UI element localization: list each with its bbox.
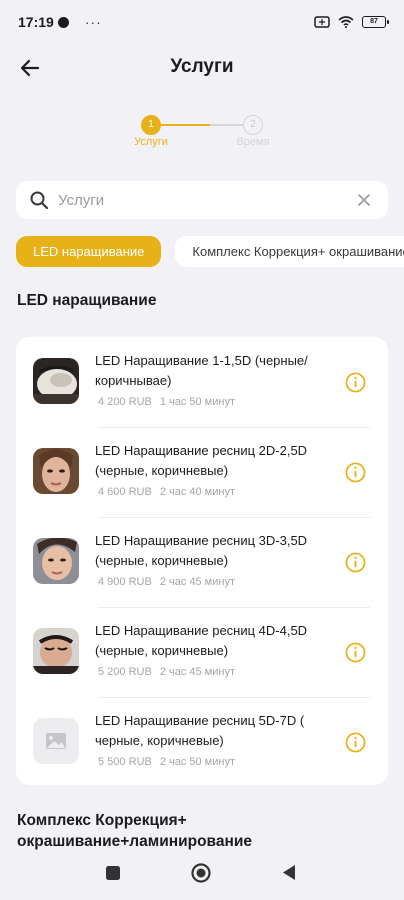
photo-lashes-icon: [33, 358, 79, 404]
service-price: 5 500 RUB: [98, 756, 152, 768]
service-name: LED Наращивание ресниц 3D-3,5D (черные, …: [95, 533, 308, 568]
service-meta: 5 200 RUB 2 час 45 минут: [98, 666, 235, 678]
image-placeholder-icon: [33, 718, 79, 764]
recent-apps-icon[interactable]: [106, 866, 120, 880]
step-indicator: 1 2 Услуги Время: [0, 112, 404, 152]
service-item[interactable]: LED Наращивание ресниц 5D-7D ( черные, к…: [16, 697, 388, 787]
step-progress-done: [161, 124, 211, 126]
service-meta: 4 900 RUB 2 час 45 минут: [98, 576, 235, 588]
step-2-label: Время: [236, 136, 270, 148]
home-icon[interactable]: [191, 863, 211, 883]
step-2-dot[interactable]: 2: [243, 115, 263, 135]
section-title: Комплекс Коррекция+ окрашивание+ламиниро…: [17, 812, 253, 850]
back-nav-icon[interactable]: [282, 864, 296, 881]
info-icon[interactable]: [345, 642, 366, 663]
service-item[interactable]: LED Наращивание ресниц 3D-3,5D (черные, …: [16, 517, 388, 607]
service-item[interactable]: LED Наращивание ресниц 4D-4,5D (черные, …: [16, 607, 388, 697]
service-meta: 5 500 RUB 2 час 50 минут: [98, 756, 235, 768]
more-notifications-icon: ···: [84, 14, 102, 30]
service-name: LED Наращивание ресниц 2D-2,5D (черные, …: [95, 443, 308, 478]
clear-search-button[interactable]: [354, 190, 374, 211]
step-1-label: Услуги: [134, 136, 168, 148]
service-name: LED Наращивание 1-1,5D (черные/ коричныв…: [95, 353, 308, 388]
service-duration: 1 час 50 минут: [159, 396, 236, 408]
photo-face-icon: [33, 628, 79, 674]
service-duration: 2 час 50 минут: [159, 756, 236, 768]
battery-icon: 87: [362, 16, 389, 28]
step-progress-line: [161, 124, 243, 126]
header: Услуги: [0, 48, 404, 88]
status-bar: 17:19 ··· 87: [0, 0, 404, 44]
photo-face-icon: [33, 448, 79, 494]
service-item[interactable]: LED Наращивание 1-1,5D (черные/ коричныв…: [16, 337, 388, 427]
info-icon[interactable]: [345, 462, 366, 483]
chip-led-extension[interactable]: LED наращивание: [16, 236, 162, 267]
chip-complex-correction[interactable]: Комплекс Коррекция+ окрашивание+ламиниро…: [175, 236, 404, 267]
photo-face-icon: [33, 538, 79, 584]
search-bar: [16, 181, 388, 219]
info-icon[interactable]: [345, 732, 366, 753]
search-input[interactable]: [58, 191, 354, 209]
service-duration: 2 час 45 минут: [159, 576, 236, 588]
search-icon: [30, 191, 48, 209]
status-time: 17:19: [18, 14, 54, 30]
service-duration: 2 час 40 минут: [159, 486, 236, 498]
service-price: 4 600 RUB: [98, 486, 152, 498]
wifi-icon: [338, 16, 354, 28]
service-price: 4 900 RUB: [98, 576, 152, 588]
service-name: LED Наращивание ресниц 4D-4,5D (черные, …: [95, 623, 308, 658]
service-item[interactable]: LED Наращивание ресниц 2D-2,5D (черные, …: [16, 427, 388, 517]
service-meta: 4 600 RUB 2 час 40 минут: [98, 486, 235, 498]
step-progress-rest: [210, 124, 243, 126]
info-icon[interactable]: [345, 372, 366, 393]
service-name: LED Наращивание ресниц 5D-7D ( черные, к…: [95, 713, 305, 748]
service-duration: 2 час 45 минут: [159, 666, 236, 678]
service-meta: 4 200 RUB 1 час 50 минут: [98, 396, 235, 408]
dnd-icon: [57, 16, 69, 28]
close-icon: [358, 193, 370, 206]
system-nav-bar: [0, 848, 404, 900]
service-price: 4 200 RUB: [98, 396, 152, 408]
info-icon[interactable]: [345, 552, 366, 573]
section-title: LED наращивание: [17, 292, 157, 309]
services-card: LED Наращивание 1-1,5D (черные/ коричныв…: [16, 337, 388, 785]
step-1-dot[interactable]: 1: [141, 115, 161, 135]
service-price: 5 200 RUB: [98, 666, 152, 678]
sim-icon: [314, 16, 330, 28]
page-title: Услуги: [170, 56, 234, 77]
category-chips: LED наращивание Комплекс Коррекция+ окраш…: [16, 236, 404, 268]
